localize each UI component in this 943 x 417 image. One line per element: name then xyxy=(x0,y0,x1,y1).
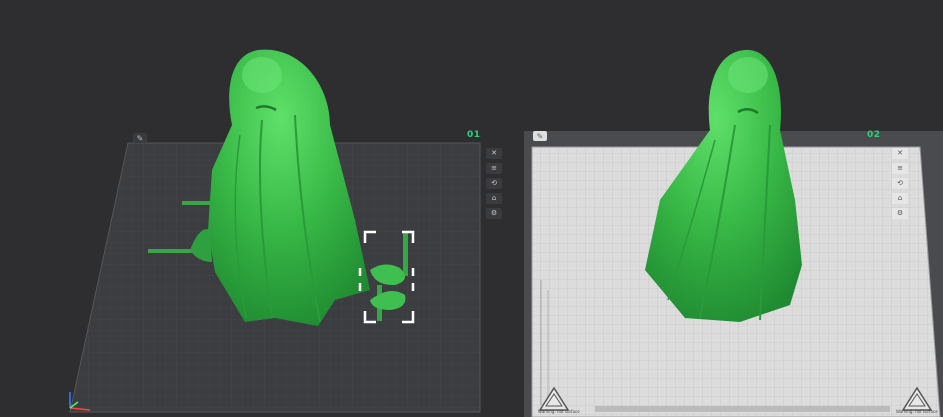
plate-toolbar-02: ✕ ≡ ⟲ ⌂ ⚙ xyxy=(892,148,908,219)
orient-icon[interactable]: ⟲ xyxy=(486,178,502,189)
plate-number-label: 01 xyxy=(467,130,481,140)
lock-icon[interactable]: ⌂ xyxy=(486,193,502,204)
arrange-icon[interactable]: ≡ xyxy=(486,163,502,174)
plate-toolbar-01: ✕ ≡ ⟲ ⌂ ⚙ xyxy=(486,148,502,219)
orient-icon[interactable]: ⟲ xyxy=(892,178,908,189)
hot-surface-caption: Warning: hot surface xyxy=(896,409,938,414)
plate-edit-icon[interactable]: ✎ xyxy=(533,131,547,141)
plate-edit-icon[interactable]: ✎ xyxy=(133,133,147,143)
plate-number-label: 02 xyxy=(867,130,881,140)
close-icon[interactable]: ✕ xyxy=(486,148,502,159)
hot-surface-caption: Warning: hot surface xyxy=(538,409,580,414)
close-icon[interactable]: ✕ xyxy=(892,148,908,159)
settings-icon[interactable]: ⚙ xyxy=(486,208,502,219)
arrange-icon[interactable]: ≡ xyxy=(892,163,908,174)
settings-icon[interactable]: ⚙ xyxy=(892,208,908,219)
lock-icon[interactable]: ⌂ xyxy=(892,193,908,204)
